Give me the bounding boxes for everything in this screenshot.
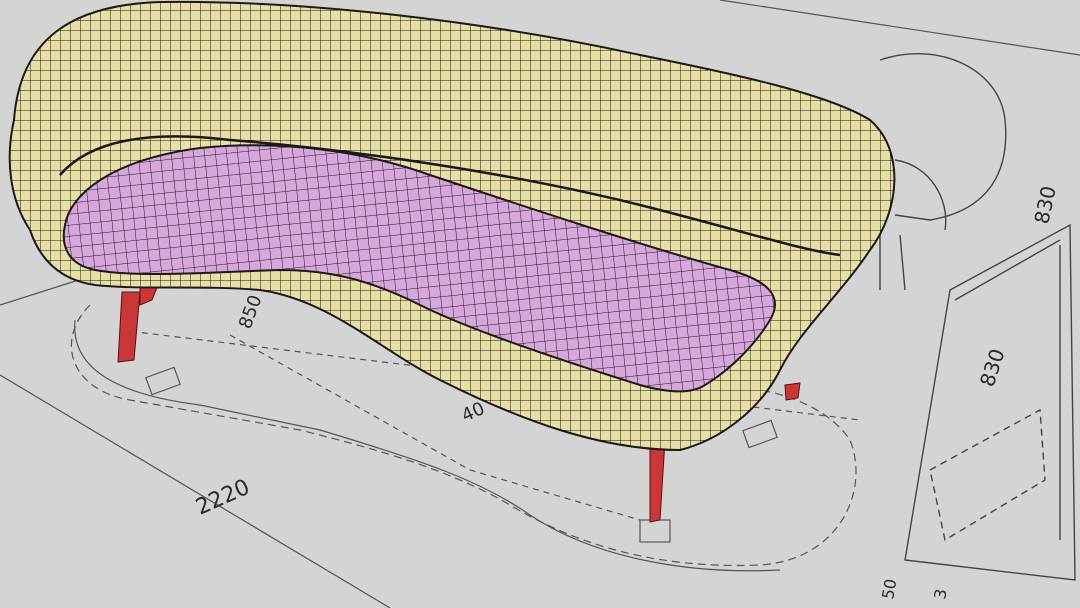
dimension-overall-length: 2220 [192,475,253,521]
leg-front-left [117,291,141,363]
dimension-side-height: 830 [1029,184,1060,226]
leg-front-right [649,439,666,523]
dimension-seat-depth: 850 [235,292,266,331]
dimension-side-small-2: 3 [930,587,950,600]
dimension-side-small-1: 50 [878,577,900,600]
leg-back-right [784,382,801,401]
dimension-side-height-2: 830 [975,346,1010,390]
dimension-offset: 40 [458,398,487,427]
cad-viewport: 2220 850 40 830 830 50 3 [0,0,1080,608]
side-elevation-drawing [879,53,1076,581]
